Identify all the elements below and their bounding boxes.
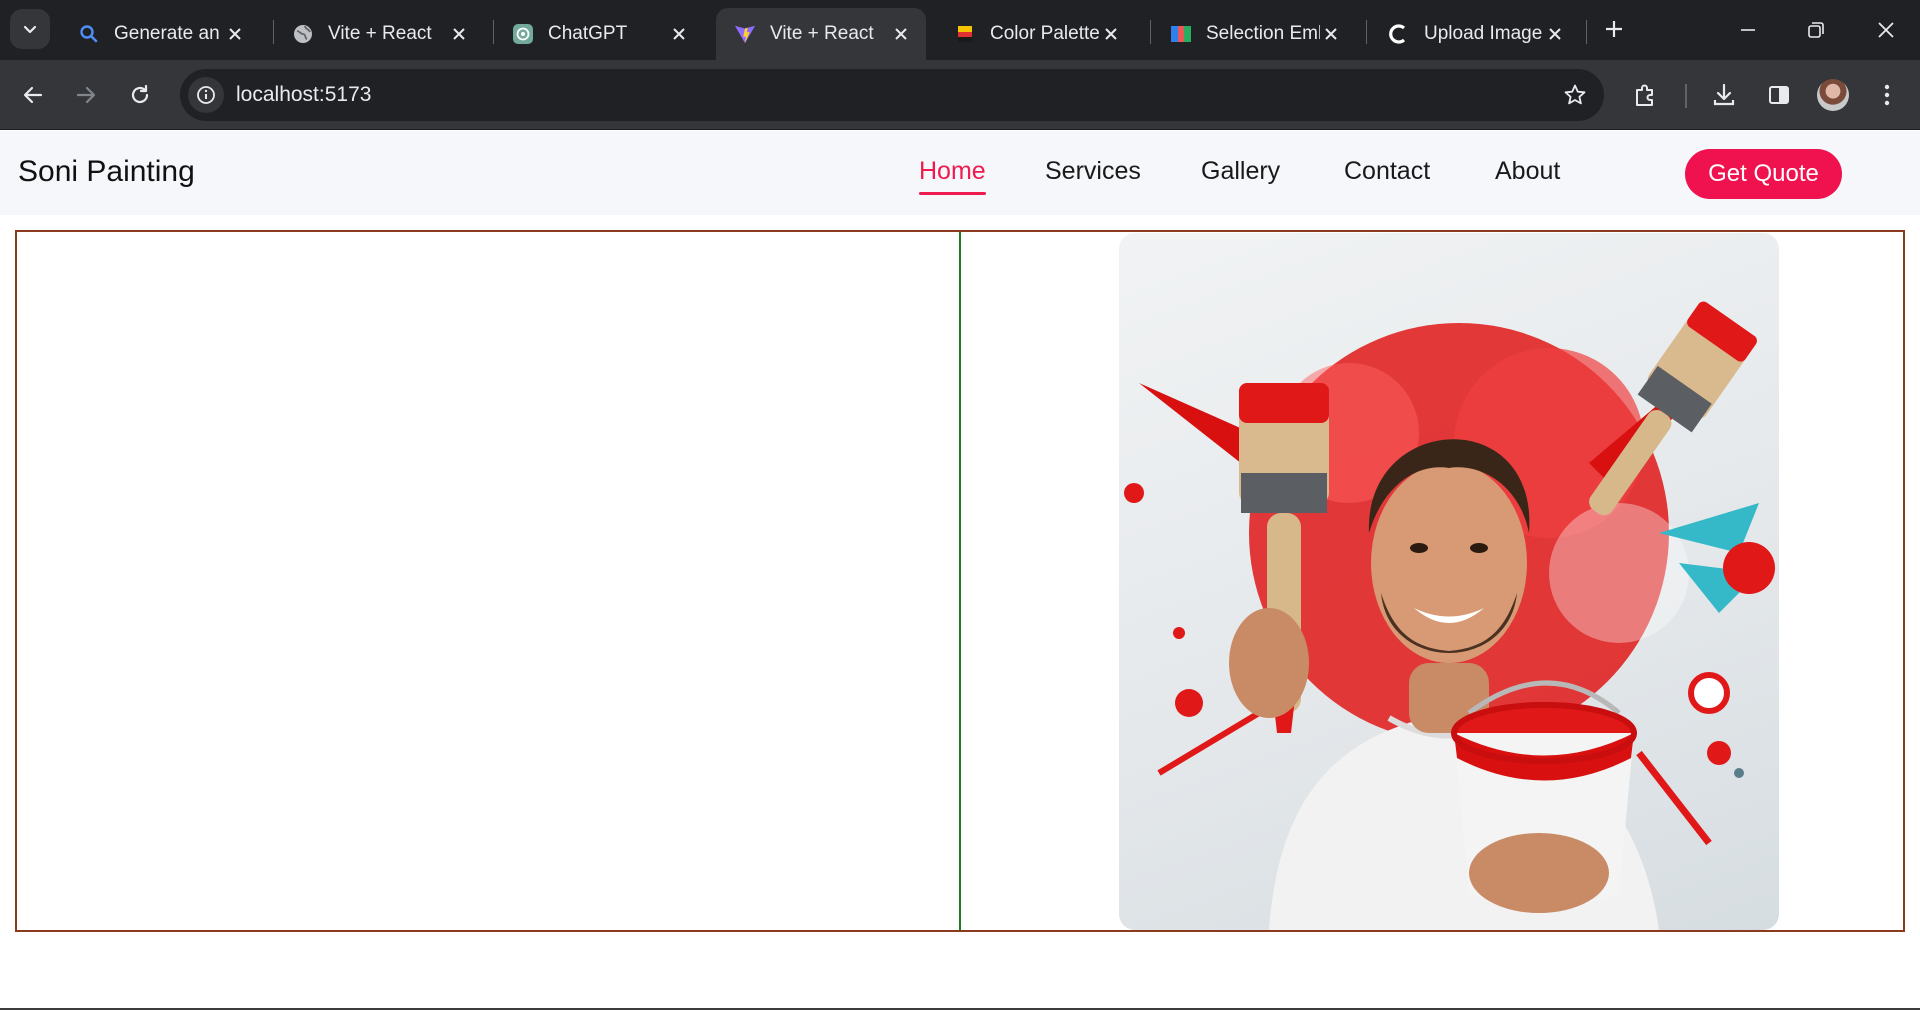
site-navbar: Soni Painting Home Services Gallery Cont… [0,131,1920,215]
tab-color-palette[interactable]: Color Palette: [936,8,1136,60]
arrow-left-icon [23,86,43,104]
tab-upload-image[interactable]: Upload Image [1370,8,1580,60]
tab-chatgpt[interactable]: ChatGPT [494,8,704,60]
nav-link-home[interactable]: Home [919,157,986,195]
hero-painter-image [1119,233,1779,930]
tab-title: Upload Image [1424,23,1543,44]
browser-tab-strip: Generate an in Vite + React ChatGPT Vite… [0,0,1920,60]
download-icon [1713,83,1735,106]
plus-icon [1606,21,1622,37]
painter-illustration [1124,301,1775,930]
reload-button[interactable] [121,76,159,114]
tab-selection-emb[interactable]: Selection Emb [1152,8,1356,60]
bookmark-button[interactable] [1560,80,1590,110]
c-logo-icon [1388,23,1410,45]
side-panel-button[interactable] [1762,78,1796,112]
close-icon[interactable] [1320,23,1342,45]
tab-search-button[interactable] [10,9,50,49]
close-icon[interactable] [448,23,470,45]
palette-icon [954,23,976,45]
info-icon [197,86,215,104]
close-icon[interactable] [890,23,912,45]
restore-button[interactable] [1782,0,1850,60]
tab-generate[interactable]: Generate an in [60,8,260,60]
browser-toolbar: localhost:5173 [0,60,1920,130]
star-icon [1564,84,1586,105]
close-icon[interactable] [668,23,690,45]
search-icon [78,23,100,45]
site-info-button[interactable] [188,77,224,113]
arrow-right-icon [76,86,96,104]
site-brand[interactable]: Soni Painting [18,155,195,189]
vite-icon [734,23,756,45]
nav-link-about[interactable]: About [1495,157,1560,186]
minimize-button[interactable] [1714,0,1782,60]
forward-button[interactable] [67,76,105,114]
tab-divider [1150,20,1151,44]
chatgpt-icon [512,23,534,45]
hero-right-panel [963,232,1905,930]
tab-vite-react-active[interactable]: Vite + React [716,8,926,60]
web-page: Soni Painting Home Services Gallery Cont… [0,131,1920,1010]
reload-icon [131,84,149,104]
restore-icon [1808,22,1824,38]
minimize-icon [1741,29,1755,31]
more-vertical-icon [1884,84,1890,106]
tab-title: Selection Emb [1206,23,1320,44]
selection-icon [1170,23,1192,45]
nav-link-contact[interactable]: Contact [1344,157,1430,186]
side-panel-icon [1769,86,1789,104]
nav-link-gallery[interactable]: Gallery [1201,157,1280,186]
get-quote-button[interactable]: Get Quote [1685,149,1842,199]
tab-divider [1586,20,1587,44]
globe-icon [292,23,314,45]
tab-vite-react[interactable]: Vite + React [274,8,484,60]
close-window-button[interactable] [1852,0,1920,60]
hero-section [15,230,1905,932]
back-button[interactable] [14,76,52,114]
downloads-button[interactable] [1707,78,1741,112]
puzzle-icon [1636,84,1653,106]
close-icon[interactable] [1544,23,1566,45]
tab-divider [1366,20,1367,44]
tab-title: Vite + React [328,23,432,44]
extensions-button[interactable] [1629,78,1663,112]
close-icon[interactable] [1100,23,1122,45]
tab-title: Color Palette: [990,23,1100,44]
close-icon[interactable] [224,23,246,45]
hero-left-panel [17,232,961,930]
nav-link-services[interactable]: Services [1045,157,1141,186]
chevron-down-icon [23,25,37,34]
tab-title: ChatGPT [548,23,628,44]
tab-title: Vite + React [770,23,874,44]
toolbar-divider [1685,84,1687,108]
menu-button[interactable] [1870,78,1904,112]
url-text[interactable]: localhost:5173 [236,69,371,121]
profile-avatar[interactable] [1817,79,1849,111]
address-bar[interactable]: localhost:5173 [180,69,1604,121]
close-icon [1878,22,1894,38]
new-tab-button[interactable] [1598,13,1630,45]
tab-title: Generate an in [114,23,224,44]
